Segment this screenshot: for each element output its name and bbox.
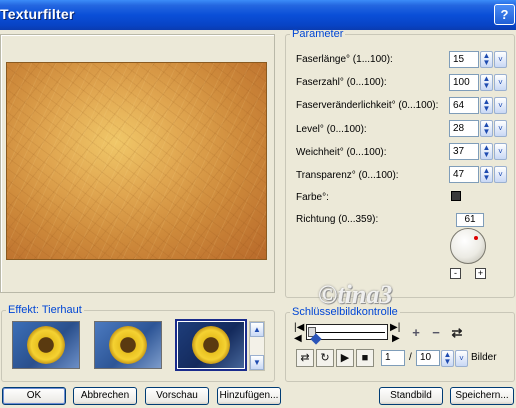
fiber-variability-spinner[interactable]: ▲ ▼ (480, 97, 493, 114)
fiber-length-input[interactable]: 15 (449, 51, 479, 68)
prev-keyframe-icon[interactable]: ◀ (294, 333, 302, 344)
first-keyframe-icon[interactable]: |◀ (294, 322, 304, 333)
level-spinner[interactable]: ▲ ▼ (480, 120, 493, 137)
total-frames-spinner[interactable]: ▲ ▼ (441, 350, 454, 367)
play-icon[interactable]: ▶ (336, 349, 354, 367)
fiber-length-spinner[interactable]: ▲ ▼ (480, 51, 493, 68)
sunflower-image (27, 326, 65, 364)
direction-dial[interactable] (450, 228, 486, 264)
direction-value[interactable]: 61 (456, 213, 484, 227)
color-swatch[interactable] (451, 191, 461, 201)
fiber-length-dropdown[interactable]: ˅ (494, 51, 507, 68)
ok-button[interactable]: OK (2, 387, 66, 405)
add-keyframe-icon[interactable]: + (408, 325, 424, 341)
fiber-variability-input[interactable]: 64 (449, 97, 479, 114)
thumbnail-scrollbar[interactable]: ▲ ▼ (249, 321, 265, 371)
param-label-color: Farbe°: (296, 192, 329, 203)
parameter-group-title: Parameter (292, 28, 344, 40)
frames-label: Bilder (471, 352, 497, 363)
softness-input[interactable]: 37 (449, 143, 479, 160)
total-frames-input[interactable]: 10 (416, 350, 440, 366)
total-frames-dropdown[interactable]: ˅ (455, 350, 468, 367)
loop-icon[interactable]: ⇄ (296, 349, 314, 367)
next-keyframe-icon[interactable]: ▶ (392, 333, 400, 344)
keyframe-timeline-slider[interactable] (306, 324, 388, 345)
fiber-count-dropdown[interactable]: ˅ (494, 74, 507, 91)
scroll-down-icon[interactable]: ▼ (250, 355, 264, 370)
param-label-transparency: Transparenz° (0...100): (296, 170, 399, 181)
scroll-up-icon[interactable]: ▲ (250, 322, 264, 337)
remove-keyframe-icon[interactable]: − (428, 325, 444, 341)
level-dropdown[interactable]: ˅ (494, 120, 507, 137)
keyframe-control-group: Schlüsselbildkontrolle (285, 306, 515, 382)
title-bar: Texturfilter ? (0, 0, 516, 30)
transparency-spinner[interactable]: ▲ ▼ (480, 166, 493, 183)
add-button[interactable]: Hinzufügen... (217, 387, 281, 405)
param-label-level: Level° (0...100): (296, 124, 367, 135)
fiber-count-spinner[interactable]: ▲ ▼ (480, 74, 493, 91)
timeline-line (309, 332, 385, 333)
current-frame-input[interactable]: 1 (381, 350, 405, 366)
frame-separator: / (409, 352, 412, 363)
stop-icon[interactable]: ■ (356, 349, 374, 367)
keyframe-control-title: Schlüsselbildkontrolle (292, 306, 398, 318)
param-label-fiber-length: Faserlänge° (1...100): (296, 54, 393, 65)
effect-thumbnail-2[interactable] (94, 321, 162, 369)
save-button[interactable]: Speichern... (450, 387, 514, 405)
effect-group-title: Effekt: Tierhaut (8, 304, 82, 316)
swap-keyframe-icon[interactable]: ⇄ (449, 325, 465, 341)
direction-increase-button[interactable]: + (475, 268, 486, 279)
window-title: Texturfilter (0, 6, 75, 22)
param-label-softness: Weichheit° (0...100): (296, 147, 387, 158)
param-label-fiber-count: Faserzahl° (0...100): (296, 77, 387, 88)
effect-thumbnail-1[interactable] (12, 321, 80, 369)
softness-spinner[interactable]: ▲ ▼ (480, 143, 493, 160)
last-keyframe-icon[interactable]: ▶| (390, 322, 400, 333)
default-image-button[interactable]: Standbild (379, 387, 443, 405)
effect-thumbnail-3-selected[interactable] (175, 319, 247, 371)
fiber-variability-dropdown[interactable]: ˅ (494, 97, 507, 114)
cancel-button[interactable]: Abbrechen (73, 387, 137, 405)
refresh-icon[interactable]: ↻ (316, 349, 334, 367)
sunflower-image (192, 326, 230, 364)
direction-decrease-button[interactable]: - (450, 268, 461, 279)
help-button[interactable]: ? (494, 4, 515, 25)
texture-preview-image (6, 62, 267, 260)
transparency-dropdown[interactable]: ˅ (494, 166, 507, 183)
direction-dial-indicator (474, 236, 478, 240)
level-input[interactable]: 28 (449, 120, 479, 137)
param-label-fiber-variability: Faserveränderlichkeit° (0...100): (296, 100, 439, 111)
preview-button[interactable]: Vorschau (145, 387, 209, 405)
sunflower-image (109, 326, 147, 364)
fiber-count-input[interactable]: 100 (449, 74, 479, 91)
softness-dropdown[interactable]: ˅ (494, 143, 507, 160)
param-label-direction: Richtung (0...359): (296, 214, 379, 225)
transparency-input[interactable]: 47 (449, 166, 479, 183)
